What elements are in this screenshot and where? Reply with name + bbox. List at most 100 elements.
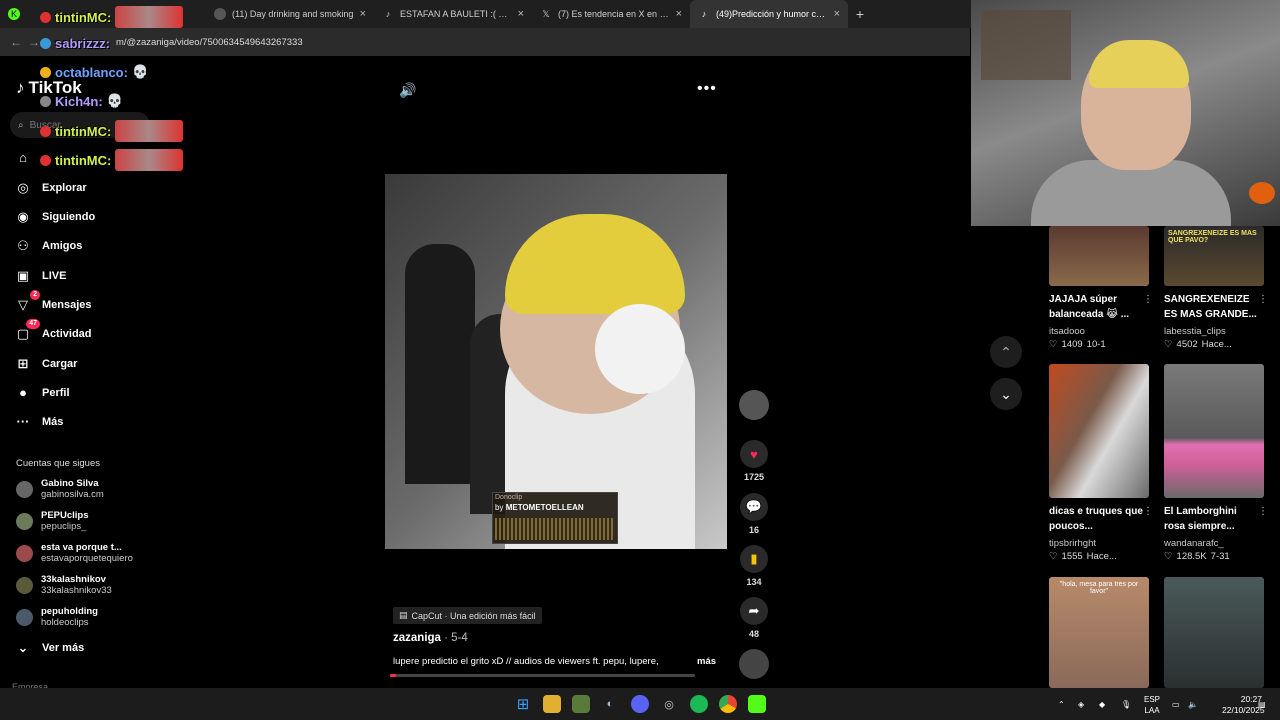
kebab-icon[interactable]: ⋮ [1258, 294, 1268, 305]
video-player[interactable]: Donoclip by METOMETOELLEAN [385, 174, 727, 549]
save-button[interactable]: ▮ 134 [737, 545, 771, 587]
tray-app-icon[interactable]: ◆ [1099, 688, 1105, 720]
kebab-icon[interactable]: ⋮ [1143, 294, 1153, 305]
save-count: 134 [746, 577, 762, 587]
url-field[interactable]: m/@zazaniga/video/7500634549643267333 [116, 37, 303, 48]
previous-video-button[interactable]: ⌃ [990, 336, 1022, 368]
kebab-icon[interactable]: ⋮ [1258, 506, 1268, 517]
sidebar-item-activity[interactable]: ▢ 47 Actividad [14, 319, 92, 342]
tab-1[interactable]: K [0, 0, 36, 28]
badge-icon [40, 66, 51, 78]
sidebar-item-live[interactable]: ▣ LIVE [14, 268, 67, 284]
followed-account[interactable]: esta va porque t... estavaporquetequiero [16, 542, 133, 564]
streamer-beanie [1089, 40, 1189, 88]
suggested-video[interactable]: SANGREXENEIZE ES MAS QUE PAVO? ⋮ SANGREX… [1164, 226, 1268, 350]
tab-4[interactable]: 𝕏 (7) Es tendencia en X en X: "Es × [532, 0, 690, 28]
notification-icon[interactable]: ▤ [1258, 688, 1266, 720]
sidebar-item-upload[interactable]: ⊞ Cargar [14, 356, 78, 372]
kebab-icon[interactable]: ⋮ [1143, 506, 1153, 517]
steam-icon[interactable]: ◐ [601, 695, 619, 713]
sidebar-item-profile[interactable]: ● Perfil [14, 385, 69, 400]
more-link[interactable]: más [697, 656, 716, 667]
suggested-video[interactable] [1164, 577, 1264, 688]
activity-badge: 47 [26, 319, 40, 329]
chrome-icon[interactable] [719, 695, 737, 713]
comment-button[interactable]: 💬 16 [737, 493, 771, 535]
microphone-icon[interactable]: 🎙 [1121, 688, 1131, 720]
headphone-shape [595, 304, 685, 394]
close-icon[interactable]: × [518, 8, 524, 20]
clock-time: 20:27 [1240, 694, 1262, 704]
clock-date: 22/10/2025 [1222, 705, 1265, 715]
suggested-video[interactable]: ⋮ El Lamborghini rosa siempre... wandana… [1164, 364, 1268, 562]
followed-account[interactable]: pepuholding holdeoclips [16, 606, 98, 628]
thumbnail-caption: SANGREXENEIZE ES MAS QUE PAVO? [1168, 230, 1257, 244]
sidebar-item-home[interactable]: ⌂ [14, 150, 42, 165]
discord-icon[interactable] [631, 695, 649, 713]
skull-emote-icon: 💀 [131, 64, 149, 79]
sidebar-item-following[interactable]: ◉ Siguiendo [14, 209, 95, 225]
volume-icon[interactable]: 🔊 [399, 82, 416, 99]
obs-icon[interactable]: ◎ [660, 695, 678, 713]
suggested-video[interactable]: ⋮ dicas e truques que poucos... tipsbrir… [1049, 364, 1153, 562]
windows-start-icon[interactable]: ⊞ [514, 695, 532, 713]
comment-icon: 💬 [740, 493, 768, 521]
sidebar-item-label: Siguiendo [42, 211, 96, 223]
tray-chevron-icon[interactable]: ⌃ [1058, 688, 1065, 720]
account-name: esta va porque t... [41, 542, 122, 553]
donoclip-by: by [495, 503, 504, 512]
author-avatar[interactable] [737, 390, 771, 420]
sidebar-item-friends[interactable]: ⚇ Amigos [14, 238, 82, 254]
spotify-icon[interactable] [690, 695, 708, 713]
followed-account[interactable]: 33kalashnikov 33kalashnikov33 [16, 574, 112, 596]
tab-5-active[interactable]: ♪ (49)Predicción y humor con Lup × [690, 0, 848, 28]
like-count: 1725 [743, 472, 765, 482]
music-disc[interactable] [737, 649, 771, 679]
share-button[interactable]: ➦ 48 [737, 597, 771, 639]
avatar [16, 512, 33, 530]
next-video-button[interactable]: ⌄ [990, 378, 1022, 410]
badge-icon [40, 154, 51, 166]
badge-icon [40, 125, 51, 137]
heart-outline-icon: ♡ [1049, 339, 1058, 350]
sidebar-item-messages[interactable]: ▽ 2 Mensajes [14, 290, 92, 313]
close-icon[interactable]: × [360, 8, 366, 20]
back-arrow-icon[interactable]: ← [10, 35, 28, 49]
more-options-icon[interactable]: ••• [697, 80, 717, 98]
language-indicator[interactable]: ESP LAA [1140, 694, 1164, 716]
taskbar-clock[interactable]: 20:27 22/10/2025 [1222, 694, 1265, 716]
suggested-video[interactable]: "hola, mesa para tres por favor" [1049, 577, 1149, 688]
followed-account[interactable]: Gabino Silva gabinosilva.cm [16, 478, 104, 500]
kick-icon [214, 8, 226, 20]
suggested-video[interactable]: ⋮ JAJAJA súper balanceada 😹 ... itsadooo… [1049, 226, 1153, 350]
tab-title: ESTAFAN A BAULETI :( JAJAJA # [400, 9, 512, 19]
chat-user: Kich4n: [55, 93, 103, 109]
tab-3[interactable]: ♪ ESTAFAN A BAULETI :( JAJAJA # × [374, 0, 532, 28]
video-author[interactable]: zazaniga · 5-4 [393, 632, 468, 644]
new-tab-button[interactable]: + [848, 6, 872, 22]
followed-account[interactable]: PEPUclips pepuclips_ [16, 510, 89, 532]
like-button[interactable]: ♥ 1725 [737, 440, 771, 482]
network-icon[interactable]: ▭ [1172, 688, 1180, 720]
tray-app-icon[interactable]: ◈ [1078, 688, 1084, 720]
video-time: Hace... [1086, 551, 1117, 562]
video-thumbnail [1049, 226, 1149, 286]
live-icon: ▣ [16, 268, 30, 283]
sidebar-item-explore[interactable]: ◎ Explorar [14, 180, 86, 196]
webcam-overlay [971, 0, 1280, 226]
sidebar-item-more[interactable]: ··· Más [14, 414, 64, 429]
close-icon[interactable]: × [834, 8, 840, 20]
kick-icon[interactable] [748, 695, 766, 713]
video-progress-bar[interactable] [390, 674, 695, 677]
account-handle: holdeoclips [41, 617, 89, 628]
file-explorer-icon[interactable] [543, 695, 561, 713]
capcut-tag[interactable]: ▤ CapCut · Una edición más fácil [393, 607, 542, 624]
avatar [739, 649, 769, 679]
close-icon[interactable]: × [676, 8, 682, 20]
volume-tray-icon[interactable]: 🔈 [1188, 688, 1198, 720]
video-user: itsadooo [1049, 326, 1085, 337]
see-more-button[interactable]: ⌄ Ver más [14, 640, 85, 656]
video-thumbnail [1164, 577, 1264, 688]
account-handle: pepuclips_ [41, 521, 87, 532]
minecraft-icon[interactable] [572, 695, 590, 713]
